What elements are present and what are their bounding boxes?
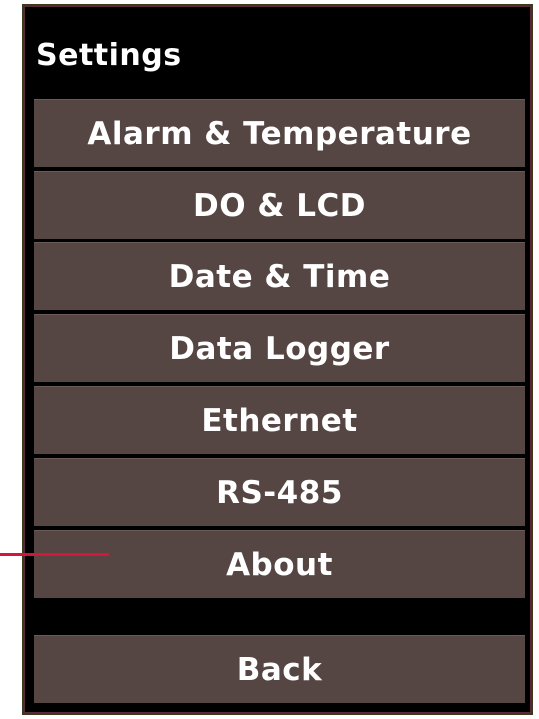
menu-item-rs485[interactable]: RS-485 xyxy=(34,458,525,526)
menu-item-label: Alarm & Temperature xyxy=(87,115,472,152)
menu-item-alarm-temperature[interactable]: Alarm & Temperature xyxy=(34,99,525,167)
menu-item-label: Data Logger xyxy=(169,330,390,367)
menu-item-date-time[interactable]: Date & Time xyxy=(34,242,525,310)
back-button[interactable]: Back xyxy=(34,635,525,703)
menu-item-ethernet[interactable]: Ethernet xyxy=(34,386,525,454)
back-button-label: Back xyxy=(236,651,323,688)
menu-item-label: DO & LCD xyxy=(193,187,366,224)
menu-item-about[interactable]: About xyxy=(34,530,525,598)
menu-item-label: Ethernet xyxy=(201,402,358,439)
menu-item-label: About xyxy=(226,546,333,583)
menu-item-label: RS-485 xyxy=(216,474,343,511)
menu-item-data-logger[interactable]: Data Logger xyxy=(34,314,525,382)
pointer-line xyxy=(0,553,109,556)
menu-item-do-lcd[interactable]: DO & LCD xyxy=(34,171,525,239)
page-title: Settings xyxy=(36,38,182,73)
settings-screen: Settings Alarm & Temperature DO & LCD Da… xyxy=(22,4,533,715)
menu-item-label: Date & Time xyxy=(168,258,391,295)
